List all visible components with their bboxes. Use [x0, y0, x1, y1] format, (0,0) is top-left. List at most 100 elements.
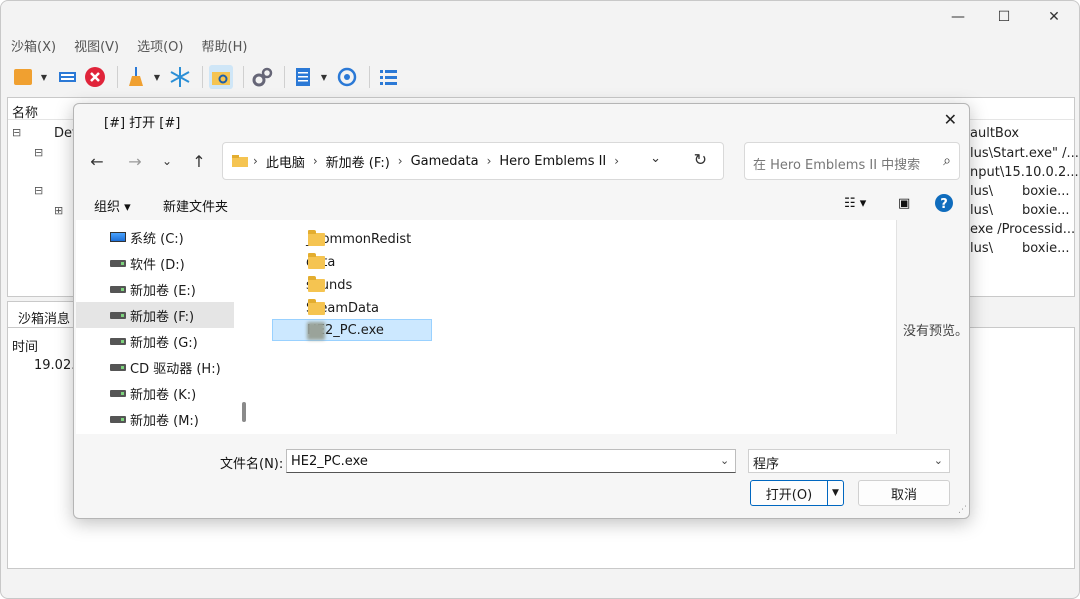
file-item-sounds[interactable]: sounds	[272, 274, 432, 296]
toolbar: ▼ ▼ ▼	[1, 59, 1079, 95]
browse-folder-icon[interactable]	[209, 65, 233, 89]
minimize-button[interactable]: —	[935, 1, 981, 33]
menu-view[interactable]: 视图(V)	[74, 36, 119, 55]
up-arrow-icon[interactable]: ↑	[188, 150, 210, 172]
nav-item-drive-d[interactable]: 软件 (D:)	[76, 250, 234, 276]
close-button[interactable]: ✕	[1031, 1, 1077, 33]
open-button-label: 打开(O)	[765, 487, 813, 503]
svg-text:?: ?	[940, 197, 948, 212]
terminate-all-icon[interactable]	[83, 65, 107, 89]
breadcrumb-drive-f[interactable]: 新加卷 (F:)	[326, 152, 390, 171]
toolbar-separator	[117, 66, 118, 88]
settings-gears-icon[interactable]	[250, 65, 274, 89]
nav-item-drive-k[interactable]: 新加卷 (K:)	[76, 380, 234, 406]
drive-icon	[110, 285, 126, 293]
toolbar-separator	[369, 66, 370, 88]
filetype-value: 程序	[753, 457, 780, 472]
menu-help[interactable]: 帮助(H)	[202, 36, 248, 55]
navigation-pane[interactable]: 系统 (C:) 软件 (D:) 新加卷 (E:) 新加卷 (F:) 新加卷 (G…	[76, 220, 256, 434]
breadcrumb-gamedata[interactable]: Gamedata	[411, 154, 479, 169]
new-sandbox-icon[interactable]	[11, 65, 35, 89]
help-icon[interactable]: ?	[934, 193, 954, 217]
notepad-icon[interactable]	[291, 65, 315, 89]
open-dropdown-icon[interactable]: ▼	[828, 488, 843, 498]
folder-icon	[308, 276, 325, 292]
cleanup-broom-icon[interactable]	[124, 65, 148, 89]
resize-grip-icon[interactable]: ⋰	[958, 505, 967, 515]
tree-expand-icon[interactable]: ⊞	[54, 204, 63, 217]
new-folder-button[interactable]: 新建文件夹	[163, 196, 228, 215]
filetype-select[interactable]: 程序 ⌄	[748, 449, 950, 473]
back-arrow-icon[interactable]: ←	[86, 150, 108, 172]
menu-bar: 沙箱(X) 视图(V) 选项(O) 帮助(H)	[1, 33, 1079, 57]
maximize-button[interactable]: ☐	[981, 1, 1027, 33]
file-item-commonredist[interactable]: _CommonRedist	[272, 228, 432, 250]
tree-cell: lus\	[970, 184, 994, 199]
nav-item-drive-c[interactable]: 系统 (C:)	[76, 224, 234, 250]
dialog-close-icon[interactable]: ✕	[944, 110, 957, 129]
organize-button[interactable]: 组织 ▾	[94, 196, 131, 215]
nav-item-drive-g[interactable]: 新加卷 (G:)	[76, 328, 234, 354]
folder-icon	[232, 155, 248, 167]
column-name-header[interactable]: 名称	[12, 102, 38, 121]
title-bar: — ☐ ✕	[1, 1, 1079, 33]
tree-expand-icon[interactable]: ⊟	[12, 126, 21, 139]
tree-cell: boxie...	[1022, 184, 1070, 199]
address-history-chevron-icon[interactable]: ⌄	[650, 151, 661, 166]
breadcrumb-this-pc[interactable]: 此电脑	[266, 152, 305, 171]
breadcrumb-separator-icon: ›	[253, 154, 258, 168]
open-button[interactable]: 打开(O) ▼	[750, 480, 844, 506]
open-file-dialog: [#] 打开 [#] ✕ ← → ⌄ ↑ › 此电脑 › 新加卷 (F:) › …	[73, 103, 970, 519]
no-preview-text: 没有预览。	[903, 324, 969, 339]
refresh-sync-icon[interactable]	[335, 65, 359, 89]
nav-scrollbar[interactable]	[242, 402, 246, 422]
cancel-button[interactable]: 取消	[858, 480, 950, 506]
tree-expand-icon[interactable]: ⊟	[34, 184, 43, 197]
nav-item-drive-f[interactable]: 新加卷 (F:)	[76, 302, 234, 328]
tree-cell: boxie...	[1022, 203, 1070, 218]
nav-item-drive-e[interactable]: 新加卷 (E:)	[76, 276, 234, 302]
breadcrumb-separator-icon: ›	[397, 154, 403, 168]
forward-arrow-icon[interactable]: →	[124, 150, 146, 172]
refresh-icon[interactable]: ↻	[694, 150, 707, 169]
preview-pane-icon[interactable]: ▣	[898, 196, 910, 211]
drive-icon	[110, 337, 126, 345]
drive-icon	[110, 389, 126, 397]
breadcrumb-separator-icon[interactable]: ›	[614, 154, 619, 168]
recent-chevron-icon[interactable]: ⌄	[156, 150, 178, 172]
file-item-he2-exe[interactable]: HE2_PC.exe	[272, 319, 432, 341]
menu-sandbox[interactable]: 沙箱(X)	[11, 36, 56, 55]
column-time-header[interactable]: 时间	[12, 336, 38, 355]
cleanup-dropdown[interactable]: ▼	[152, 65, 162, 89]
exe-icon	[307, 322, 325, 340]
filename-input[interactable]	[286, 449, 736, 473]
file-item-steamdata[interactable]: SteamData	[272, 297, 432, 319]
file-item-data[interactable]: data	[272, 251, 432, 273]
system-drive-icon	[110, 232, 126, 242]
drive-icon	[110, 415, 126, 423]
nav-item-drive-m[interactable]: 新加卷 (M:)	[76, 406, 234, 432]
breadcrumb-hero-emblems[interactable]: Hero Emblems II	[499, 154, 606, 169]
tree-expand-icon[interactable]: ⊟	[34, 146, 43, 159]
tree-cell: exe /Processid...	[970, 222, 1076, 237]
address-bar[interactable]: › 此电脑 › 新加卷 (F:) › Gamedata › Hero Emble…	[222, 142, 724, 180]
nav-item-drive-h[interactable]: CD 驱动器 (H:)	[76, 354, 234, 380]
search-icon[interactable]: ⌕	[943, 153, 951, 169]
tab-sandbox-messages[interactable]: 沙箱消息	[7, 301, 82, 329]
notepad-dropdown[interactable]: ▼	[319, 65, 329, 89]
list-view-icon[interactable]	[376, 65, 400, 89]
preview-pane: 没有预览。	[896, 220, 969, 434]
menu-options[interactable]: 选项(O)	[137, 36, 183, 55]
filename-history-chevron-icon[interactable]: ⌄	[720, 454, 729, 467]
view-options-icon[interactable]: ☷ ▾	[844, 196, 866, 211]
search-placeholder: 在 Hero Emblems II 中搜索	[753, 158, 921, 173]
search-input[interactable]: 在 Hero Emblems II 中搜索 ⌕	[744, 142, 960, 180]
snowflake-freeze-icon[interactable]	[168, 65, 192, 89]
toolbar-separator	[202, 66, 203, 88]
run-sandboxed-icon[interactable]	[55, 65, 79, 89]
new-sandbox-dropdown[interactable]: ▼	[39, 65, 49, 89]
file-list[interactable]: _CommonRedist data sounds SteamData HE2_…	[256, 220, 896, 434]
folder-icon	[308, 230, 325, 246]
tree-cell: lus\	[970, 241, 994, 256]
cd-drive-icon	[110, 363, 126, 371]
